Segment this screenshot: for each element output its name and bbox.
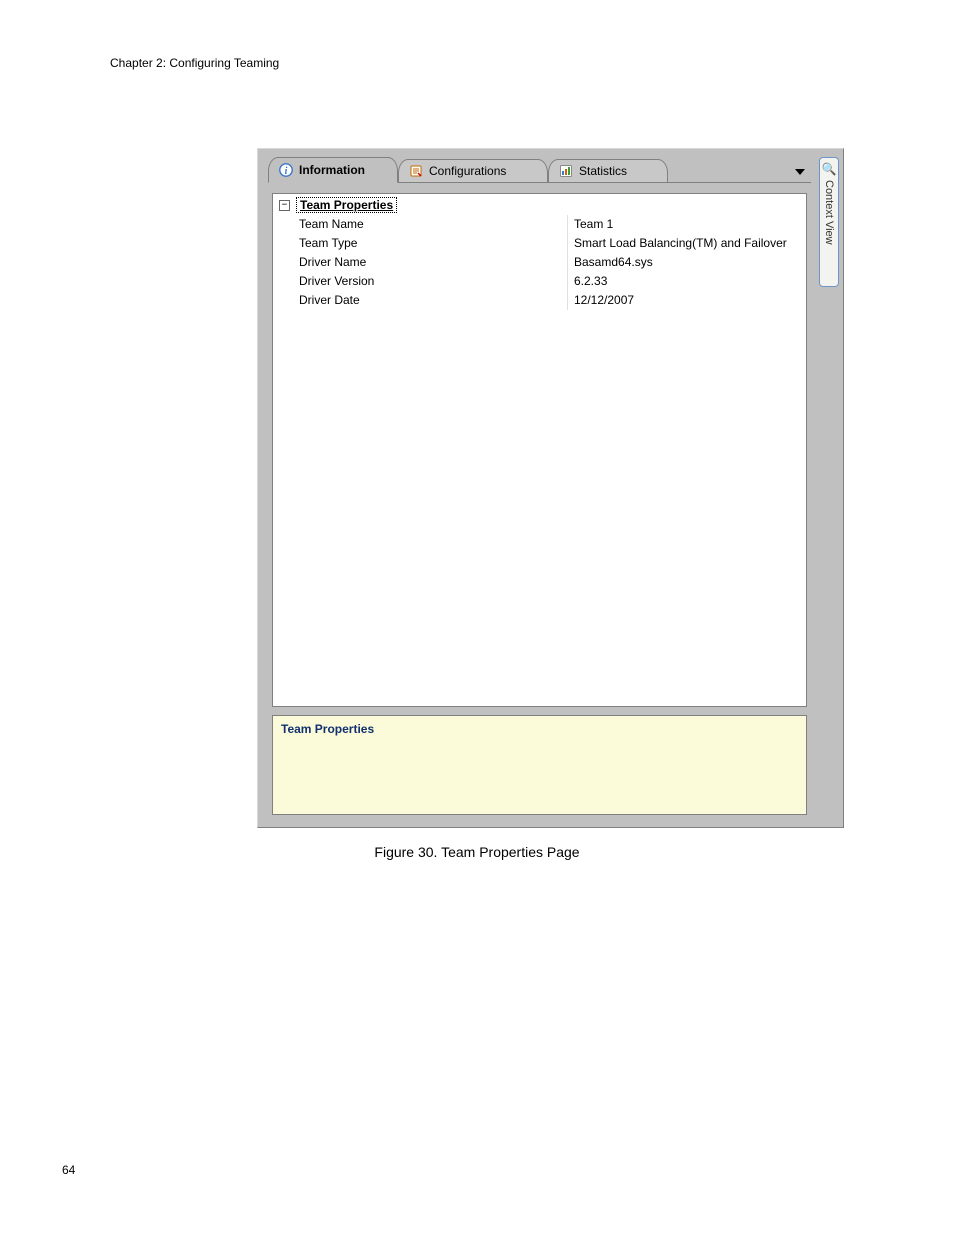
stats-icon: [559, 164, 573, 178]
property-group-title: Team Properties: [300, 198, 393, 212]
magnifier-icon: 🔍: [820, 162, 838, 176]
tab-configurations-label: Configurations: [429, 164, 506, 178]
page-number: 64: [62, 1163, 75, 1177]
details-title: Team Properties: [281, 722, 798, 736]
property-label: Team Name: [273, 215, 568, 234]
property-value: Team 1: [568, 215, 806, 234]
tab-information-label: Information: [299, 163, 365, 177]
property-value: Basamd64.sys: [568, 253, 806, 272]
context-view-tab[interactable]: 🔍 Context View: [819, 157, 839, 287]
details-panel: Team Properties: [272, 715, 807, 815]
svg-text:i: i: [285, 166, 288, 177]
property-group-title-focus: Team Properties: [296, 197, 397, 213]
tab-information[interactable]: i Information: [268, 157, 398, 183]
figure-caption: Figure 30. Team Properties Page: [0, 844, 954, 860]
property-row[interactable]: Driver Version 6.2.33: [273, 272, 806, 291]
document-page: Chapter 2: Configuring Teaming 🔍 Context…: [0, 0, 954, 1235]
property-value: Smart Load Balancing(TM) and Failover: [568, 234, 806, 253]
property-grid: − Team Properties Team Name Team 1 Team …: [272, 193, 807, 707]
property-label: Driver Name: [273, 253, 568, 272]
tab-statistics[interactable]: Statistics: [548, 159, 668, 183]
tab-statistics-label: Statistics: [579, 164, 627, 178]
property-label: Driver Date: [273, 291, 568, 310]
property-group-header[interactable]: − Team Properties: [273, 194, 806, 215]
property-row[interactable]: Team Name Team 1: [273, 215, 806, 234]
context-view-label: Context View: [823, 180, 835, 245]
info-icon: i: [279, 163, 293, 177]
property-label: Team Type: [273, 234, 568, 253]
config-icon: [409, 164, 423, 178]
property-row[interactable]: Driver Date 12/12/2007: [273, 291, 806, 310]
property-row[interactable]: Team Type Smart Load Balancing(TM) and F…: [273, 234, 806, 253]
collapse-icon[interactable]: −: [279, 200, 290, 211]
tab-row: i Information Configurations: [268, 155, 811, 183]
tab-configurations[interactable]: Configurations: [398, 159, 548, 183]
property-value: 12/12/2007: [568, 291, 806, 310]
screenshot-panel: 🔍 Context View i Information: [257, 148, 844, 828]
tab-overflow-button[interactable]: [793, 165, 807, 179]
chapter-heading: Chapter 2: Configuring Teaming: [110, 56, 279, 70]
property-row[interactable]: Driver Name Basamd64.sys: [273, 253, 806, 272]
property-value: 6.2.33: [568, 272, 806, 291]
property-label: Driver Version: [273, 272, 568, 291]
